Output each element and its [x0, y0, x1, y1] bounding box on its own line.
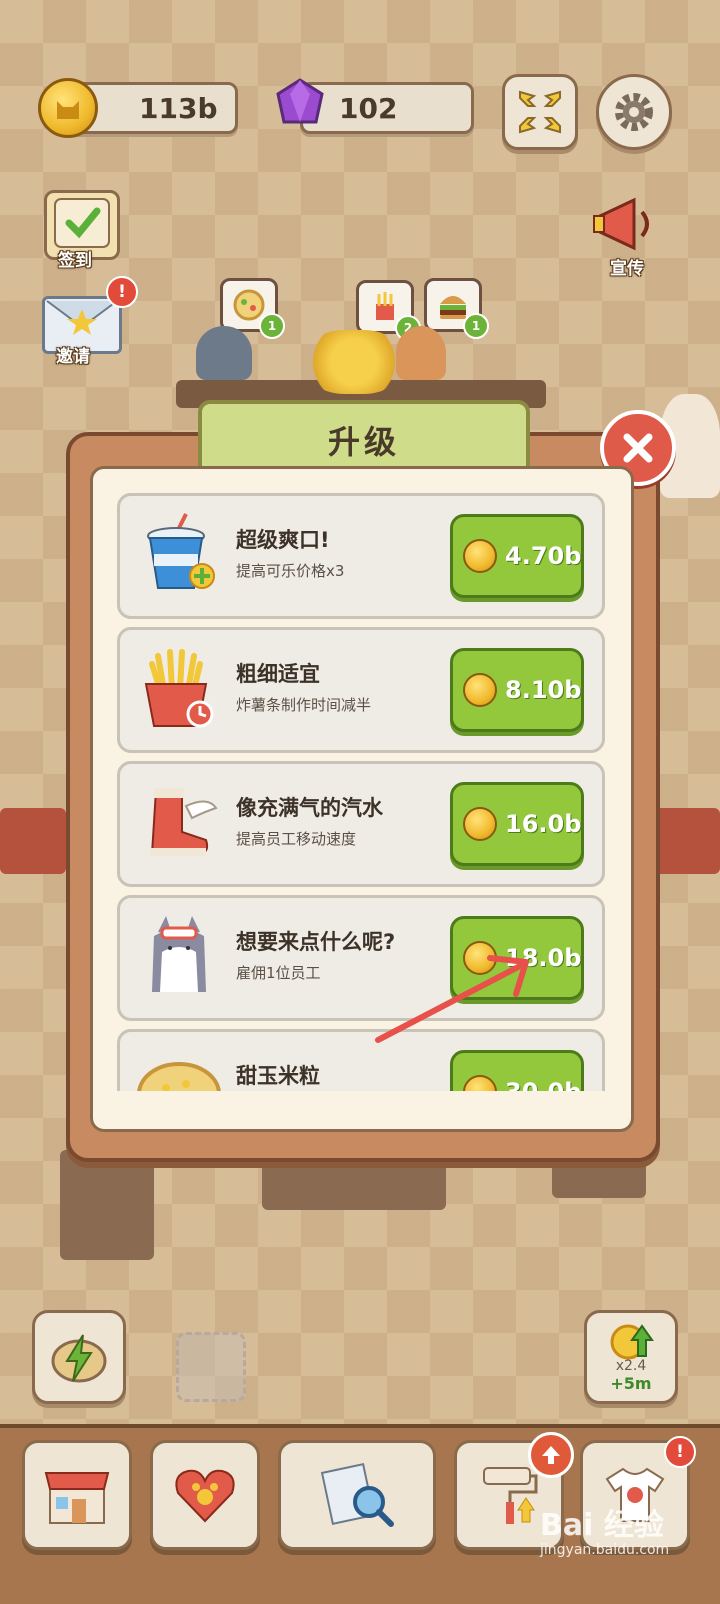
shop-button[interactable]	[22, 1440, 132, 1550]
compress-arrows-icon	[519, 90, 561, 134]
magnifier-book-icon	[320, 1463, 394, 1527]
boost-time: +5m	[610, 1373, 652, 1393]
storefront-icon	[44, 1472, 110, 1524]
fries-icon	[136, 644, 222, 732]
calendar-check-icon	[54, 198, 110, 248]
heart-paw-icon	[175, 1469, 235, 1523]
paint-roller-icon	[483, 1467, 538, 1524]
megaphone-icon	[593, 197, 649, 251]
gear-icon	[615, 93, 653, 131]
buy-button[interactable]: 8.10b	[450, 648, 584, 732]
close-icon	[623, 433, 653, 463]
upgrade-price: 4.70b	[505, 542, 582, 570]
gem-icon	[276, 78, 324, 124]
order-count: 1	[463, 313, 489, 339]
corn-pizza-icon	[136, 1046, 222, 1091]
energy-dish-button[interactable]	[32, 1310, 126, 1404]
coin-icon	[463, 807, 497, 841]
upgrade-price: 30.0b	[505, 1078, 581, 1091]
coin-amount: 113b	[139, 91, 218, 125]
checkin-label: 签到	[58, 251, 92, 271]
order-bubble-burger: 1	[424, 278, 489, 339]
upgrade-alert-badge	[528, 1432, 574, 1478]
order-bubble-pizza: 1	[220, 278, 285, 339]
invite-label: 邀请	[56, 347, 90, 367]
order-bubble-fries: 2	[356, 280, 421, 341]
upgrade-row: 粗细适宜 炸薯条制作时间减半 8.10b	[117, 627, 605, 753]
upgrade-row: 超级爽口! 提高可乐价格x3 4.70b	[117, 493, 605, 619]
recipe-search-button[interactable]	[278, 1440, 436, 1550]
upgrade-name: 超级爽口!	[236, 528, 330, 552]
cat-staff-icon	[136, 912, 222, 1000]
upgrade-desc: 炸薯条制作时间减半	[236, 696, 372, 714]
promo-label: 宣传	[610, 259, 644, 279]
empty-slot[interactable]	[176, 1332, 246, 1402]
coin-pile	[306, 330, 402, 394]
watermark: Bai 经验 jingyan.baidu.com	[540, 1500, 669, 1558]
table-left	[60, 1150, 154, 1260]
boost-multiplier: x2.4	[615, 1357, 647, 1374]
left-wall	[0, 808, 66, 874]
upgrade-row: 像充满气的汽水 提高员工移动速度 16.0b	[117, 761, 605, 887]
annotation-arrow-icon	[375, 955, 529, 1043]
invite-alert-badge: !	[106, 276, 138, 308]
watermark-url: jingyan.baidu.com	[540, 1542, 670, 1558]
outfit-alert-badge: !	[664, 1436, 696, 1468]
coin-boost-icon	[610, 1323, 654, 1359]
buy-button[interactable]: 4.70b	[450, 514, 584, 598]
upgrade-panel: 超级爽口! 提高可乐价格x3 4.70b 粗细适宜 炸薯条制作时间减半 8.10…	[90, 466, 634, 1132]
winged-boot-icon	[136, 778, 222, 866]
upgrade-name: 粗细适宜	[236, 662, 320, 686]
upgrade-name: 像充满气的汽水	[236, 796, 383, 820]
upgrade-desc: 提高员工移动速度	[236, 830, 357, 848]
fullscreen-button[interactable]	[502, 74, 578, 150]
promo-button[interactable]	[590, 192, 664, 256]
arrow-up-icon	[542, 1446, 560, 1464]
customer-dog	[396, 326, 446, 380]
buy-button[interactable]: 16.0b	[450, 782, 584, 866]
coin-icon	[463, 1075, 497, 1091]
buy-button[interactable]: 30.0b	[450, 1050, 584, 1091]
right-wall	[652, 808, 720, 874]
gem-amount: 102	[339, 91, 398, 125]
upgrade-desc: 雇佣1位员工	[236, 964, 321, 982]
upgrade-name: 甜玉米粒	[236, 1064, 320, 1088]
upgrade-price: 8.10b	[505, 676, 582, 704]
pet-heart-button[interactable]	[150, 1440, 260, 1550]
customer-cat	[196, 326, 252, 380]
watermark-brand: Bai 经验	[540, 1508, 664, 1543]
upgrade-price: 16.0b	[505, 810, 582, 838]
boost-button[interactable]: x2.4 +5m	[584, 1310, 678, 1404]
coin-icon	[38, 78, 98, 138]
upgrade-desc: 提高可乐价格x3	[236, 562, 345, 580]
coin-icon	[463, 673, 497, 707]
coin-icon	[463, 539, 497, 573]
cola-cup-icon	[136, 510, 222, 598]
order-count: 1	[259, 313, 285, 339]
lightning-dish-icon	[51, 1334, 107, 1383]
settings-button[interactable]	[596, 74, 672, 150]
